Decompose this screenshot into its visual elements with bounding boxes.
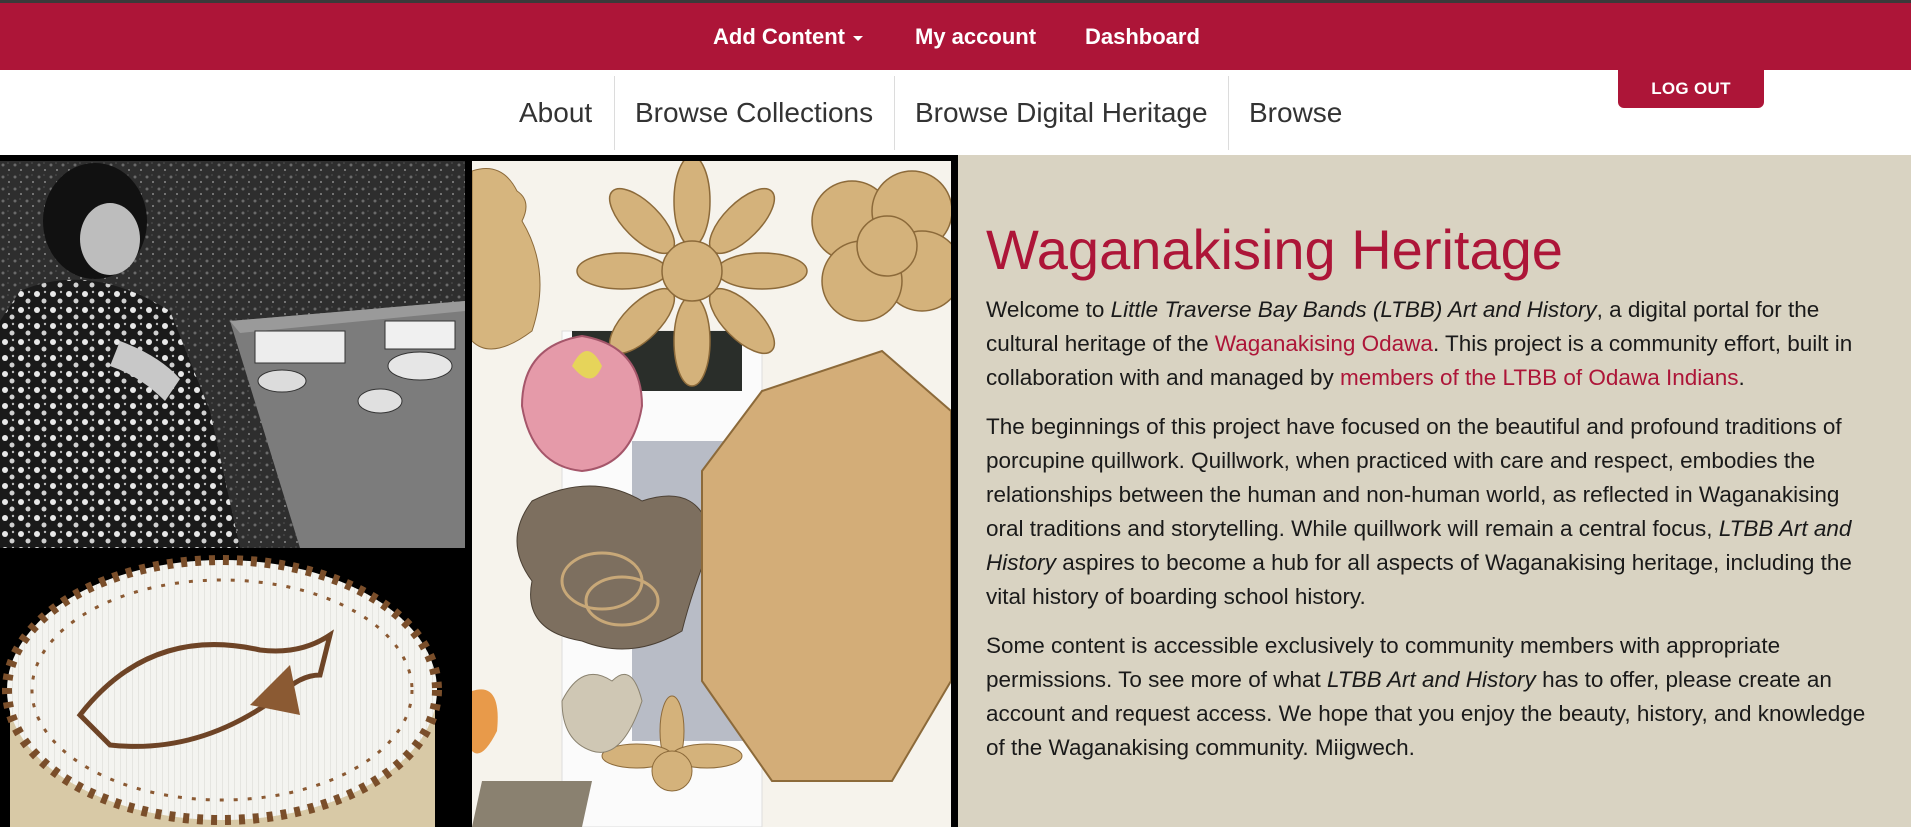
intro-paragraph-3: Some content is accessible exclusively t… xyxy=(986,629,1881,765)
nav-item-browse[interactable]: Browse xyxy=(1249,76,1342,150)
nav-item-browse-collections[interactable]: Browse Collections xyxy=(635,76,873,150)
dashboard-link[interactable]: Dashboard xyxy=(1085,24,1200,50)
nav-divider xyxy=(614,76,615,150)
page-title: Waganakising Heritage xyxy=(986,218,1563,281)
add-content-dropdown[interactable]: Add Content xyxy=(713,24,863,50)
intro-text: Welcome to Little Traverse Bay Bands (LT… xyxy=(986,293,1881,780)
quillwork-box-photo xyxy=(0,555,465,827)
project-name-emphasis: LTBB Art and History xyxy=(1326,667,1536,692)
text-run: The beginnings of this project have focu… xyxy=(986,414,1842,541)
quillwork-artist-photo xyxy=(0,161,465,548)
hero-collage xyxy=(0,155,958,827)
nav-item-browse-digital-heritage[interactable]: Browse Digital Heritage xyxy=(915,76,1208,150)
nav-item-about[interactable]: About xyxy=(519,76,592,150)
text-run: . xyxy=(1738,365,1745,390)
ltbb-members-link[interactable]: members of the LTBB of Odawa Indians xyxy=(1340,365,1739,390)
intro-paragraph-2: The beginnings of this project have focu… xyxy=(986,410,1881,614)
intro-paragraph-1: Welcome to Little Traverse Bay Bands (LT… xyxy=(986,293,1881,395)
admin-toolbar: Add Content My account Dashboard xyxy=(0,0,1911,70)
logout-button[interactable]: LOG OUT xyxy=(1618,70,1764,108)
waganakising-odawa-link[interactable]: Waganakising Odawa xyxy=(1215,331,1433,356)
hero-section: Waganakising Heritage Welcome to Little … xyxy=(0,155,1911,827)
my-account-link[interactable]: My account xyxy=(915,24,1036,50)
text-run: aspires to become a hub for all aspects … xyxy=(986,550,1852,609)
admin-links: Add Content My account Dashboard xyxy=(0,3,1911,70)
main-navigation: About Browse Collections Browse Digital … xyxy=(0,70,1911,155)
quillwork-patterns-collage xyxy=(472,161,951,827)
nav-divider xyxy=(1228,76,1229,150)
nav-divider xyxy=(894,76,895,150)
intro-panel: Waganakising Heritage Welcome to Little … xyxy=(958,155,1911,827)
caret-down-icon xyxy=(852,35,863,41)
add-content-label: Add Content xyxy=(713,24,845,49)
text-run: Welcome to xyxy=(986,297,1111,322)
project-name-emphasis: Little Traverse Bay Bands (LTBB) Art and… xyxy=(1110,297,1597,322)
